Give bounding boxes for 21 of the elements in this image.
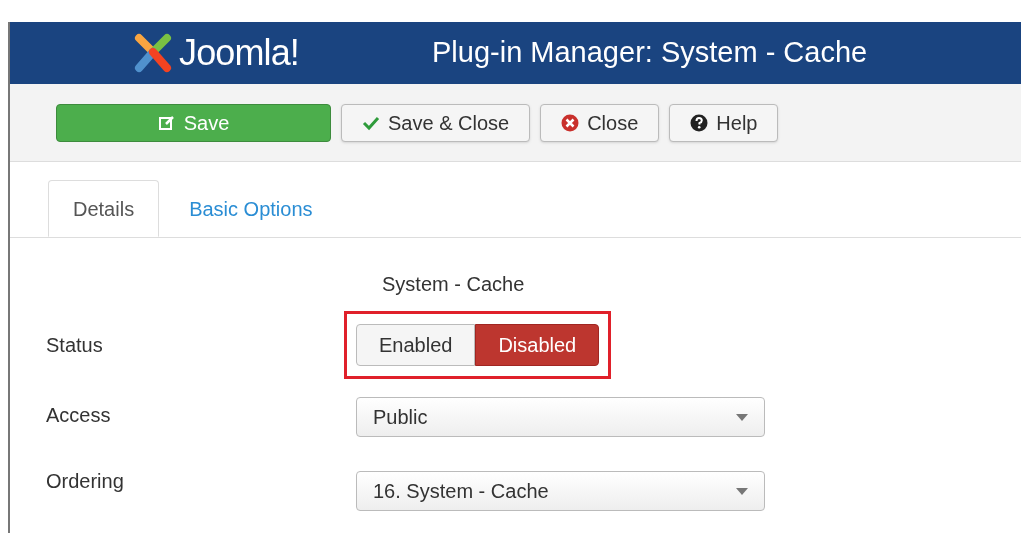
tab[interactable]: Details [48, 180, 160, 237]
select-field[interactable]: Public [356, 397, 765, 437]
field-label: Status [45, 333, 104, 358]
field-label: Ordering [45, 469, 125, 494]
caret-icon [736, 487, 748, 495]
select-field[interactable]: 16. System - Cache [356, 471, 765, 511]
toggle-option[interactable]: Enabled [356, 324, 476, 366]
close-icon [561, 113, 580, 132]
toggle-option[interactable]: Disabled [475, 324, 600, 366]
field-label: Access [45, 403, 112, 428]
plugin-name: System - Cache [382, 273, 525, 295]
help-icon [690, 113, 709, 132]
logo-text: Joomla! [179, 35, 299, 71]
caret-icon [736, 413, 748, 421]
toolbar-button[interactable]: Save & Close [341, 103, 531, 142]
edit-icon [157, 113, 176, 132]
page-title: Plug-in Manager: System - Cache [432, 35, 868, 71]
tab[interactable]: Basic Options [159, 180, 343, 237]
check-icon [362, 114, 380, 131]
toolbar-button[interactable]: Close [540, 103, 660, 142]
toolbar-button[interactable]: Help [669, 103, 779, 142]
